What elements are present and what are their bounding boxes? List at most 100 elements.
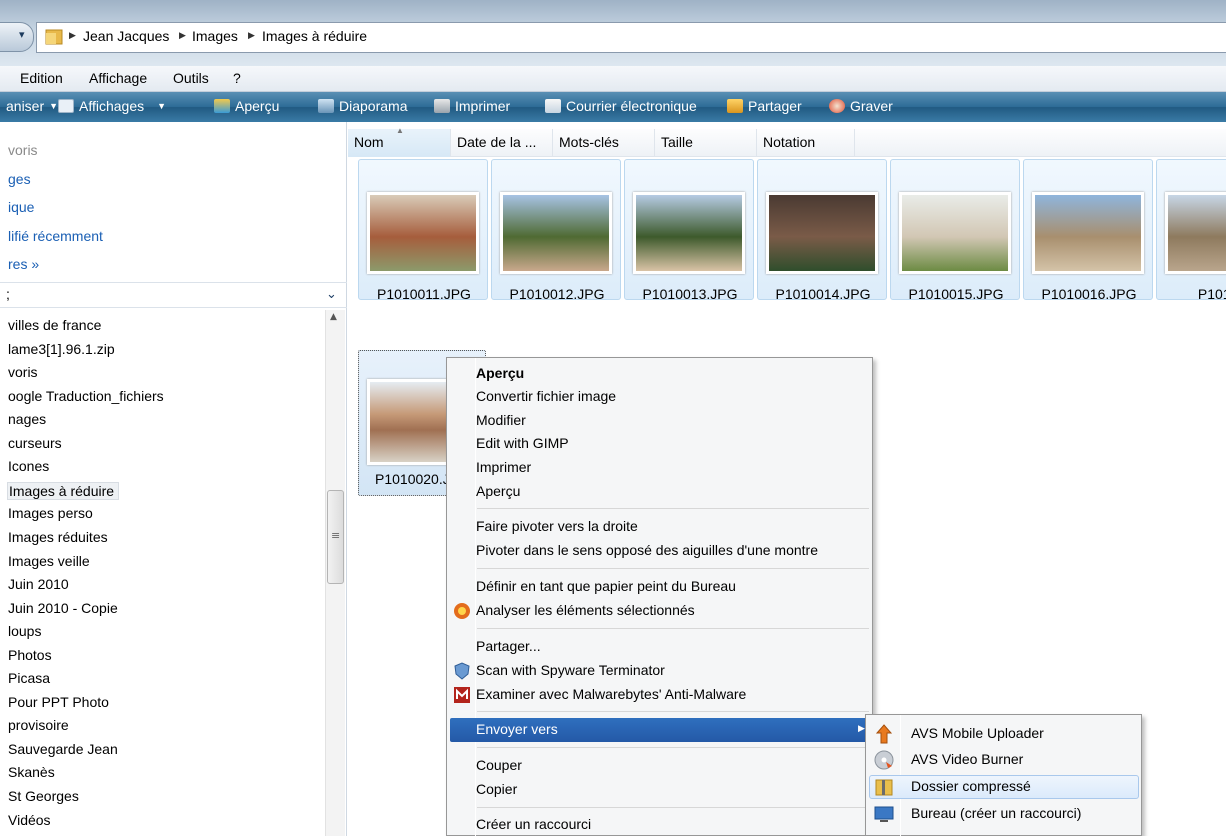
column-header-rating[interactable]: Notation (757, 129, 855, 157)
folder-tree-item[interactable]: villes de france (8, 317, 101, 333)
file-thumbnail[interactable]: P1010012.JPG (491, 159, 621, 302)
sub-avs-mobile-uploader[interactable]: AVS Mobile Uploader (911, 725, 1044, 741)
vertical-scrollbar[interactable]: ▲ ≡ (325, 310, 345, 836)
column-header-size[interactable]: Taille (655, 129, 757, 157)
file-name: P1010012.JPG (509, 286, 605, 302)
views-button[interactable]: Affichages ▼ (58, 98, 166, 114)
breadcrumb-images-a-reduire[interactable]: Images à réduire (262, 28, 367, 44)
breadcrumb-arrow-icon[interactable]: ▶ (179, 31, 186, 41)
print-label: Imprimer (455, 98, 511, 114)
ctx-edit-gimp[interactable]: Edit with GIMP (476, 435, 569, 451)
favorite-link-music[interactable]: ique (8, 199, 34, 215)
ctx-rotate-left[interactable]: Pivoter dans le sens opposé des aiguille… (476, 542, 818, 558)
column-header-date[interactable]: Date de la ... (451, 129, 553, 157)
menu-edition[interactable]: Edition (20, 70, 63, 86)
favorite-link-recent[interactable]: lifié récemment (8, 228, 103, 244)
ctx-apercu[interactable]: Aperçu (476, 483, 520, 499)
ctx-malwarebytes[interactable]: Examiner avec Malwarebytes' Anti-Malware (476, 686, 746, 702)
folder-tree-item[interactable]: oogle Traduction_fichiers (8, 388, 164, 404)
breadcrumb-images[interactable]: Images (192, 28, 238, 44)
preview-icon (214, 99, 230, 113)
column-header-label: Taille (661, 134, 693, 150)
sub-desktop-shortcut[interactable]: Bureau (créer un raccourci) (911, 805, 1081, 821)
ctx-copy[interactable]: Copier (476, 781, 517, 797)
chevron-down-icon[interactable]: ▾ (19, 28, 25, 41)
breadcrumb-arrow-icon[interactable]: ▶ (248, 31, 255, 41)
chevron-down-icon[interactable]: ⌄ (326, 287, 337, 302)
ctx-apercu-default[interactable]: Aperçu (476, 365, 524, 381)
zip-folder-icon (875, 779, 893, 796)
folder-tree-item[interactable]: curseurs (8, 435, 62, 451)
file-thumbnail[interactable]: P1010011.JPG (358, 159, 488, 302)
breadcrumb-jean-jacques[interactable]: Jean Jacques (83, 28, 169, 44)
menu-outils[interactable]: Outils (173, 70, 209, 86)
folder-tree-item[interactable]: Photos (8, 647, 52, 663)
folder-tree-item[interactable]: Icones (8, 458, 49, 474)
preview-button[interactable]: Aperçu (214, 98, 279, 114)
printer-icon (434, 99, 450, 113)
disc-burner-icon (874, 750, 894, 770)
organize-button[interactable]: aniser ▼ (6, 98, 58, 114)
column-header-name[interactable]: ▲ Nom (348, 126, 451, 157)
menu-help[interactable]: ? (233, 70, 241, 86)
scrollbar-thumb[interactable]: ≡ (327, 490, 344, 584)
email-button[interactable]: Courrier électronique (545, 98, 697, 114)
folder-tree-item[interactable]: provisoire (8, 717, 69, 733)
menu-separator (477, 508, 869, 509)
scroll-up-arrow-icon[interactable]: ▲ (330, 312, 337, 322)
menu-bar: Edition Affichage Outils ? (0, 66, 1226, 92)
folders-header[interactable]: ; ⌄ (0, 282, 347, 308)
folder-tree-item[interactable]: Juin 2010 - Copie (8, 600, 118, 616)
back-forward-button[interactable]: ▾ (0, 22, 34, 52)
folder-tree-item[interactable]: Images veille (8, 553, 90, 569)
slideshow-button[interactable]: Diaporama (318, 98, 407, 114)
sub-compressed-folder[interactable]: Dossier compressé (911, 778, 1031, 794)
file-thumbnail[interactable]: P1010013.JPG (624, 159, 754, 302)
folder-tree-item[interactable]: St Georges (8, 788, 79, 804)
file-thumbnail[interactable]: P1010014.JPG (757, 159, 887, 302)
ctx-scan-spyware[interactable]: Scan with Spyware Terminator (476, 662, 665, 678)
folder-tree-item[interactable]: Picasa (8, 670, 50, 686)
ctx-analyze-selection[interactable]: Analyser les éléments sélectionnés (476, 602, 695, 618)
preview-label: Aperçu (235, 98, 280, 114)
folder-tree-item[interactable]: Juin 2010 (8, 576, 69, 592)
menu-separator (477, 568, 869, 569)
column-header-keywords[interactable]: Mots-clés (553, 129, 655, 157)
print-button[interactable]: Imprimer (434, 98, 510, 114)
ctx-set-wallpaper[interactable]: Définir en tant que papier peint du Bure… (476, 578, 736, 594)
folder-tree-item[interactable]: Images réduites (8, 529, 108, 545)
folder-tree-item[interactable]: voris (8, 364, 38, 380)
favorite-link-images[interactable]: ges (8, 171, 31, 187)
folder-tree-item[interactable]: loups (8, 623, 41, 639)
sub-avs-video-burner[interactable]: AVS Video Burner (911, 751, 1023, 767)
ctx-cut[interactable]: Couper (476, 757, 522, 773)
breadcrumb-arrow-icon[interactable]: ▶ (69, 31, 76, 41)
burn-button[interactable]: Graver (829, 98, 893, 114)
antivirus-scan-icon (454, 603, 470, 619)
share-button[interactable]: Partager (727, 98, 802, 114)
folder-tree-item[interactable]: lame3[1].96.1.zip (8, 341, 115, 357)
folder-tree-item[interactable]: Images à réduire (7, 481, 120, 500)
file-thumbnail[interactable]: P1010015.JPG (890, 159, 1020, 302)
ctx-convert-image[interactable]: Convertir fichier image (476, 388, 616, 404)
menu-affichage[interactable]: Affichage (89, 70, 147, 86)
ctx-modify[interactable]: Modifier (476, 412, 526, 428)
views-icon (58, 99, 74, 113)
folder-tree-item[interactable]: nages (8, 411, 46, 427)
ctx-create-shortcut[interactable]: Créer un raccourci (476, 816, 591, 832)
file-thumbnail[interactable]: P1010016.JPG (1023, 159, 1153, 302)
folder-tree-item[interactable]: Skanès (8, 764, 55, 780)
file-name: P10100 (1197, 286, 1226, 302)
ctx-share[interactable]: Partager... (476, 638, 541, 654)
folder-tree-item[interactable]: Pour PPT Photo (8, 694, 109, 710)
file-thumbnail[interactable]: P10100 (1156, 159, 1226, 302)
folder-tree-item[interactable]: Sauvegarde Jean (8, 741, 118, 757)
folder-tree-item[interactable]: Vidéos (8, 812, 51, 828)
ctx-print[interactable]: Imprimer (476, 459, 531, 475)
file-name: P1010015.JPG (908, 286, 1004, 302)
address-field[interactable]: ▶ Jean Jacques ▶ Images ▶ Images à rédui… (36, 22, 1226, 53)
favorite-link-more[interactable]: res » (8, 256, 39, 272)
folder-tree-item[interactable]: Images perso (8, 505, 93, 521)
ctx-send-to[interactable]: Envoyer vers ▶ (450, 718, 870, 742)
ctx-rotate-right[interactable]: Faire pivoter vers la droite (476, 518, 638, 534)
